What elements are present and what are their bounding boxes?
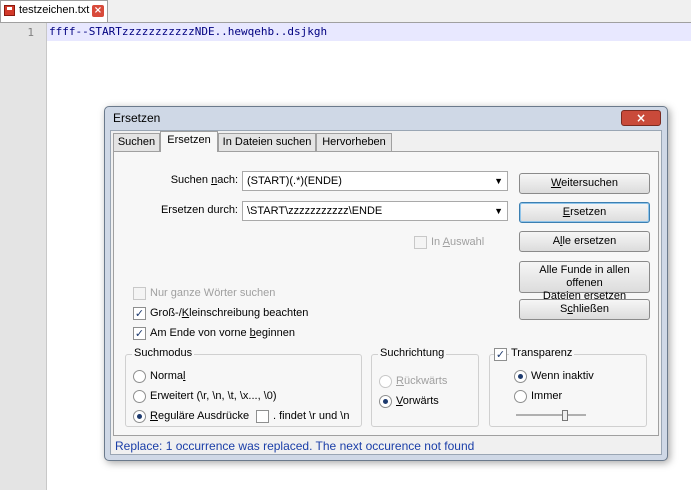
match-case-label: Groß-/Kleinschreibung beachten: [150, 307, 309, 319]
find-next-button[interactable]: Weitersuchen: [519, 173, 650, 194]
find-what-label: Suchen nach:: [170, 174, 238, 186]
transparency-on-lose-focus-label: Wenn inaktiv: [531, 370, 594, 382]
replace-tab-panel: Suchen nach: (START)(.*)(ENDE) ▼ Ersetze…: [113, 151, 659, 436]
transparency-slider[interactable]: [516, 410, 586, 421]
replace-all-open-docs-button[interactable]: Alle Funde in allen offenen Dateien erse…: [519, 261, 650, 302]
editor-line[interactable]: ffff--STARTzzzzzzzzzzzNDE..hewqehb..dsjk…: [49, 25, 327, 38]
dialog-close-button[interactable]: ×: [621, 110, 661, 126]
slider-thumb[interactable]: [562, 410, 568, 421]
replace-all-open-line1: Alle Funde in allen offenen: [539, 264, 630, 289]
tab-replace[interactable]: Ersetzen: [160, 131, 218, 152]
transparency-checkbox[interactable]: ✓: [494, 348, 507, 361]
match-case-checkbox[interactable]: ✓: [133, 307, 146, 320]
in-selection-checkbox[interactable]: [414, 236, 427, 249]
slider-track: [516, 414, 586, 416]
direction-forward-label: Vorwärts: [396, 395, 439, 407]
transparency-always-label: Immer: [531, 390, 563, 402]
find-what-combo[interactable]: (START)(.*)(ENDE) ▼: [242, 171, 508, 191]
replace-with-value: \START\zzzzzzzzzzz\ENDE: [247, 205, 383, 217]
transparency-on-lose-focus-radio[interactable]: [514, 370, 527, 383]
direction-backward-label: Rückwärts: [396, 375, 448, 387]
dot-matches-newline-checkbox[interactable]: [256, 410, 269, 423]
tab-find[interactable]: Suchen: [113, 133, 160, 151]
unsaved-file-icon: [4, 5, 15, 16]
transparency-always-radio[interactable]: [514, 390, 527, 403]
chevron-down-icon[interactable]: ▼: [494, 202, 503, 220]
status-message: Replace: 1 occurrence was replaced. The …: [115, 439, 475, 453]
chevron-down-icon[interactable]: ▼: [494, 172, 503, 190]
document-tab-label: testzeichen.txt: [19, 4, 90, 16]
replace-all-button[interactable]: Alle ersetzen: [519, 231, 650, 252]
search-mode-extended-label: Erweitert (\r, \n, \t, \x..., \0): [150, 390, 277, 402]
tab-mark[interactable]: Hervorheben: [316, 133, 392, 151]
search-mode-title: Suchmodus: [132, 347, 195, 359]
direction-forward-radio[interactable]: [379, 395, 392, 408]
dialog-client-area: Suchen Ersetzen In Dateien suchen Hervor…: [110, 130, 662, 455]
direction-title: Suchrichtung: [378, 347, 447, 359]
search-mode-normal-radio[interactable]: [133, 370, 146, 383]
line-number: 1: [27, 26, 34, 39]
replace-dialog: Ersetzen × Suchen Ersetzen In Dateien su…: [104, 106, 668, 461]
search-mode-extended-radio[interactable]: [133, 390, 146, 403]
replace-with-label: Ersetzen durch:: [160, 204, 238, 216]
direction-backward-radio[interactable]: [379, 375, 392, 388]
search-mode-regex-radio[interactable]: [133, 410, 146, 423]
close-button[interactable]: Schließen: [519, 299, 650, 320]
search-mode-normal-label: Normal: [150, 370, 186, 382]
replace-with-combo[interactable]: \START\zzzzzzzzzzz\ENDE ▼: [242, 201, 508, 221]
direction-group: Suchrichtung Rückwärts Vorwärts: [371, 347, 479, 427]
wrap-around-label: Am Ende von vorne beginnen: [150, 327, 295, 339]
search-mode-regex-label: Reguläre Ausdrücke: [150, 410, 250, 422]
close-tab-icon[interactable]: ×: [92, 5, 104, 17]
document-tab[interactable]: testzeichen.txt ×: [0, 0, 108, 22]
line-number-gutter: 1: [0, 23, 47, 490]
wrap-around-checkbox[interactable]: ✓: [133, 327, 146, 340]
tab-find-in-files[interactable]: In Dateien suchen: [218, 133, 316, 151]
whole-word-checkbox[interactable]: [133, 287, 146, 300]
transparency-group: ✓ Transparenz Wenn inaktiv Immer: [489, 347, 647, 427]
dialog-title: Ersetzen: [113, 111, 161, 125]
whole-word-label: Nur ganze Wörter suchen: [150, 287, 276, 299]
in-selection-label: In Auswahl: [431, 236, 485, 248]
search-mode-group: Suchmodus Normal Erweitert (\r, \n, \t, …: [125, 347, 362, 427]
transparency-title: Transparenz: [509, 347, 575, 359]
document-tab-bar: testzeichen.txt ×: [0, 0, 691, 23]
replace-button[interactable]: Ersetzen: [519, 202, 650, 223]
find-what-value: (START)(.*)(ENDE): [247, 175, 342, 187]
dot-matches-newline-label: . findet \r und \n: [273, 410, 350, 422]
